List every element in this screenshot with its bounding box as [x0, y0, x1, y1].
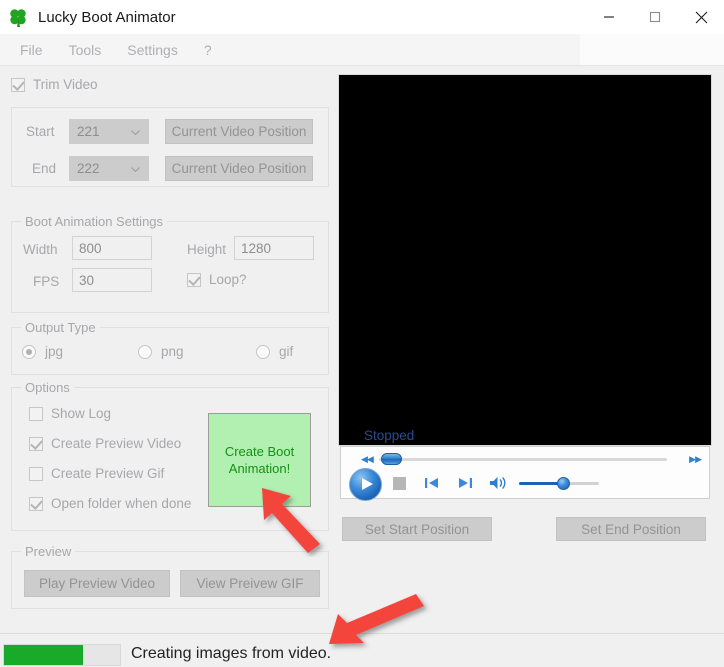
open-folder-when-done-checkbox[interactable]: Open folder when done [29, 496, 191, 511]
video-preview-area[interactable]: Stopped [338, 74, 712, 446]
width-value: 800 [79, 240, 102, 256]
loop-check-glyph [187, 272, 201, 287]
end-label: End [32, 161, 57, 176]
create-preview-gif-checkbox[interactable]: Create Preview Gif [29, 466, 164, 481]
clover-icon [7, 6, 29, 28]
chevron-down-icon [131, 129, 140, 135]
preview-group: Preview Play Preview Video View Preivew … [11, 544, 329, 609]
trim-settings-panel: Start 221 Current Video Position End 222… [11, 107, 329, 187]
end-combo[interactable]: 222 [69, 156, 149, 181]
boot-animation-settings-group: Boot Animation Settings Width 800 Height… [11, 214, 329, 313]
create-preview-gif-label: Create Preview Gif [51, 466, 165, 481]
open-folder-check-glyph [29, 496, 43, 511]
show-log-label: Show Log [51, 406, 112, 421]
radio-gif-glyph [256, 344, 270, 359]
create-preview-video-checkbox[interactable]: Create Preview Video [29, 436, 181, 451]
height-label: Height [187, 242, 227, 257]
settings-panel: Trim Video Start 221 Current Video Posit… [0, 66, 336, 633]
player-status-label: Stopped [364, 428, 415, 443]
fps-label: FPS [33, 274, 60, 289]
status-bar: Creating images from video. [0, 633, 724, 667]
start-current-position-button[interactable]: Current Video Position [165, 119, 313, 144]
height-input[interactable]: 1280 [234, 236, 314, 260]
maximize-button[interactable] [632, 0, 678, 34]
status-bar-message: Creating images from video. [131, 645, 332, 662]
play-icon [362, 478, 373, 490]
menu-settings[interactable]: Settings [117, 39, 188, 61]
chevron-down-icon [131, 166, 140, 172]
previous-button[interactable] [424, 476, 440, 490]
output-type-png[interactable]: png [138, 344, 184, 359]
window-controls [586, 0, 724, 34]
progress-bar-fill [4, 645, 83, 665]
menu-bar-filler [580, 34, 724, 65]
radio-png-glyph [138, 344, 152, 359]
play-button[interactable] [349, 468, 382, 501]
next-button[interactable] [457, 476, 473, 490]
loop-label: Loop? [209, 272, 247, 287]
trim-video-checkbox[interactable]: Trim Video [11, 77, 98, 92]
options-title: Options [21, 380, 74, 395]
menu-file[interactable]: File [10, 39, 53, 61]
title-bar: Lucky Boot Animator [0, 0, 724, 34]
preview-title: Preview [21, 544, 76, 559]
window-title: Lucky Boot Animator [38, 8, 176, 26]
fast-forward-icon[interactable]: ▶▶ [689, 454, 702, 465]
output-type-jpg-label: jpg [45, 344, 64, 359]
width-input[interactable]: 800 [72, 236, 152, 260]
create-preview-gif-check-glyph [29, 466, 43, 481]
menu-help[interactable]: ? [194, 39, 222, 61]
play-preview-video-button[interactable]: Play Preview Video [24, 570, 170, 597]
seek-slider-thumb[interactable] [381, 453, 402, 465]
seek-row: ◀◀ ▶▶ [341, 447, 709, 471]
seek-slider-track[interactable] [379, 458, 667, 461]
width-label: Width [23, 242, 58, 257]
open-folder-when-done-label: Open folder when done [51, 496, 192, 511]
view-preview-gif-button[interactable]: View Preivew GIF [180, 570, 320, 597]
menu-tools[interactable]: Tools [59, 39, 112, 61]
create-boot-animation-button[interactable]: Create Boot Animation! [208, 413, 311, 507]
rewind-icon[interactable]: ◀◀ [361, 454, 374, 465]
trim-video-check-glyph [11, 77, 25, 92]
output-type-group: Output Type jpg png gif [11, 320, 329, 375]
boot-animation-settings-title: Boot Animation Settings [21, 214, 168, 229]
minimize-button[interactable] [586, 0, 632, 34]
end-combo-value: 222 [77, 161, 100, 176]
trim-video-label: Trim Video [33, 77, 98, 92]
control-row [341, 468, 709, 501]
output-type-png-label: png [161, 344, 184, 359]
stop-button[interactable] [393, 477, 406, 490]
media-player-controls: ◀◀ ▶▶ [340, 446, 710, 501]
progress-bar [3, 644, 121, 666]
end-current-position-button[interactable]: Current Video Position [165, 156, 313, 181]
menu-bar: File Tools Settings ? [0, 34, 724, 66]
fps-input[interactable]: 30 [72, 268, 152, 292]
output-type-jpg[interactable]: jpg [22, 344, 63, 359]
show-log-check-glyph [29, 406, 43, 421]
set-end-position-button[interactable]: Set End Position [556, 517, 706, 541]
close-button[interactable] [678, 0, 724, 34]
start-combo[interactable]: 221 [69, 119, 149, 144]
create-preview-video-check-glyph [29, 436, 43, 451]
output-type-gif-label: gif [279, 344, 294, 359]
height-value: 1280 [241, 240, 272, 256]
output-type-title: Output Type [21, 320, 100, 335]
volume-icon[interactable] [489, 475, 509, 491]
create-preview-video-label: Create Preview Video [51, 436, 182, 451]
loop-checkbox[interactable]: Loop? [187, 272, 247, 287]
start-combo-value: 221 [77, 124, 100, 139]
start-label: Start [26, 124, 55, 139]
volume-slider-thumb[interactable] [557, 477, 570, 490]
output-type-gif[interactable]: gif [256, 344, 293, 359]
fps-value: 30 [79, 272, 95, 288]
show-log-checkbox[interactable]: Show Log [29, 406, 111, 421]
set-start-position-button[interactable]: Set Start Position [342, 517, 492, 541]
radio-jpg-glyph [22, 344, 36, 359]
